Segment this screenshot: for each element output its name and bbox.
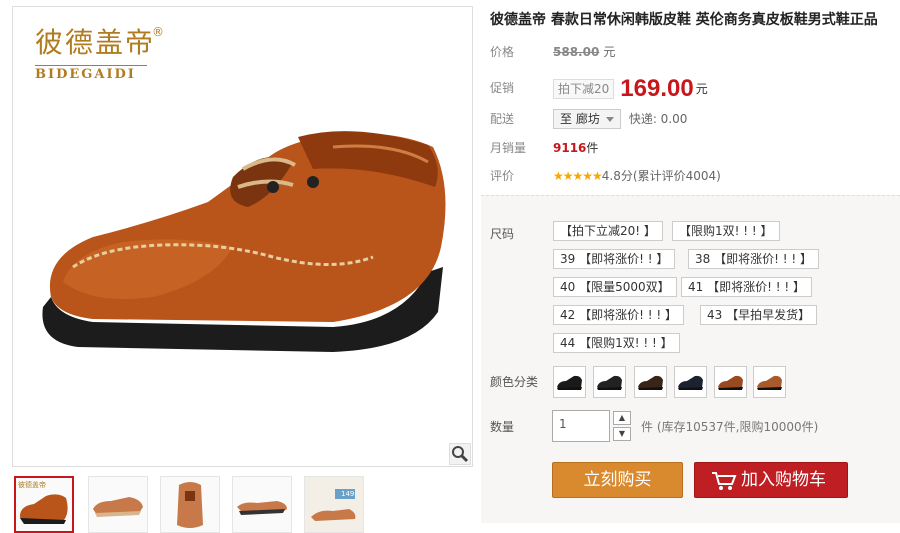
sales-value-group: 9116件 — [553, 137, 598, 159]
chevron-up-icon: ▲ — [618, 413, 626, 422]
thumbnail-3[interactable] — [160, 476, 220, 533]
price-unit: 元 — [603, 45, 616, 59]
size-option[interactable]: 40 【限量5000双】 — [553, 277, 677, 297]
shipping-value-group: 至 廊坊 快递: 0.00 — [553, 108, 687, 130]
promo-label: 促销 — [490, 81, 515, 95]
location-text: 至 廊坊 — [560, 112, 600, 126]
brand-name-cn: 彼德盖帝 — [35, 26, 156, 59]
stock-info: 件 (库存10537件,限购10000件) — [641, 420, 819, 434]
thumbnail-5[interactable]: 149 — [304, 476, 364, 533]
brand-name-en: BIDEGAIDI — [35, 67, 136, 82]
chevron-down-icon — [605, 117, 614, 122]
buy-now-button[interactable]: 立刻购买 — [552, 462, 683, 498]
sales-count: 9116 — [553, 141, 587, 155]
location-select[interactable]: 至 廊坊 — [553, 109, 621, 129]
promo-tag: 拍下减20 — [553, 78, 615, 99]
thumbnail-shoe-image — [93, 497, 143, 517]
size-option[interactable]: 42 【即将涨价! ! ! 】 — [553, 305, 684, 325]
add-to-cart-button[interactable]: 加入购物车 — [694, 462, 848, 498]
price-label: 价格 — [490, 45, 515, 59]
brand-logo: 彼德盖帝 ® BIDEGAIDI — [35, 25, 164, 82]
color-swatch-shoe — [675, 367, 706, 397]
color-swatch[interactable] — [593, 366, 626, 398]
size-option[interactable]: 44 【限购1双! ! ! 】 — [553, 333, 680, 353]
sales-unit: 件 — [586, 141, 599, 155]
promo-price: 169.00 — [620, 74, 694, 102]
color-swatch[interactable] — [674, 366, 707, 398]
thumbnail-2[interactable] — [88, 476, 148, 533]
quantity-increase-button[interactable]: ▲ — [613, 411, 631, 425]
quantity-decrease-button[interactable]: ▼ — [613, 427, 631, 441]
size-label: 尺码 — [490, 227, 515, 241]
product-title: 彼德盖帝 春款日常休闲韩版皮鞋 英伦商务真皮板鞋男式鞋正品 — [490, 12, 878, 28]
star-rating-icon: ★★★★★ — [553, 169, 603, 183]
color-swatch[interactable] — [634, 366, 667, 398]
thumbnail-shoe-image — [237, 501, 287, 515]
color-swatch[interactable] — [753, 366, 786, 398]
price-value-group: 588.00 元 — [553, 41, 615, 63]
promo-value-group: 拍下减20 169.00 元 — [553, 73, 708, 104]
size-option[interactable]: 41 【即将涨价! ! ! 】 — [681, 277, 812, 297]
chevron-down-icon: ▼ — [618, 429, 626, 438]
color-swatch[interactable] — [714, 366, 747, 398]
add-to-cart-label: 加入购物车 — [741, 470, 826, 490]
thumbnail-4[interactable] — [232, 476, 292, 533]
promo-unit: 元 — [695, 81, 708, 96]
color-swatch-shoe — [635, 367, 666, 397]
size-option[interactable]: 38 【即将涨价! ! ! 】 — [688, 249, 819, 269]
thumbnail-banner-image — [305, 477, 363, 532]
main-product-image[interactable]: 彼德盖帝 ® BIDEGAIDI — [12, 6, 473, 467]
quantity-input[interactable]: 1 — [552, 410, 610, 442]
options-panel: 尺码 【拍下立减20! 】 【限购1双! ! ! 】 39 【即将涨价! ! 】… — [481, 195, 900, 523]
registered-mark: ® — [152, 25, 164, 39]
rating-value-group[interactable]: ★★★★★4.8分(累计评价4004) — [553, 165, 721, 187]
size-option[interactable]: 43 【早拍早发货】 — [700, 305, 818, 325]
quantity-label: 数量 — [490, 420, 515, 434]
color-swatch-shoe — [594, 367, 625, 397]
size-option[interactable]: 39 【即将涨价! ! 】 — [553, 249, 676, 269]
shipping-fee: 快递: 0.00 — [628, 112, 688, 126]
thumbnail-brand-tag: 彼德盖帝 — [18, 481, 46, 489]
thumbnail-shoe-image — [177, 482, 203, 528]
cart-icon — [712, 472, 737, 490]
magnifier-icon — [452, 446, 469, 463]
thumbnail-1[interactable]: 彼德盖帝 — [14, 476, 74, 533]
color-swatch-shoe — [754, 367, 785, 397]
thumbnail-price: 149 — [341, 490, 355, 498]
sales-label: 月销量 — [490, 141, 527, 155]
color-swatch-shoe — [554, 367, 585, 397]
color-swatch-shoe — [715, 367, 746, 397]
original-price: 588.00 — [553, 45, 600, 59]
rating-text: 4.8分(累计评价4004) — [601, 169, 721, 183]
color-label: 颜色分类 — [490, 375, 539, 389]
color-swatch[interactable] — [553, 366, 586, 398]
shipping-label: 配送 — [490, 112, 515, 126]
size-option[interactable]: 【拍下立减20! 】 — [553, 221, 663, 241]
zoom-button[interactable] — [449, 443, 471, 465]
shoe-image — [42, 131, 446, 352]
brand-divider — [35, 65, 147, 66]
size-option[interactable]: 【限购1双! ! ! 】 — [672, 221, 780, 241]
rating-label: 评价 — [490, 169, 515, 183]
